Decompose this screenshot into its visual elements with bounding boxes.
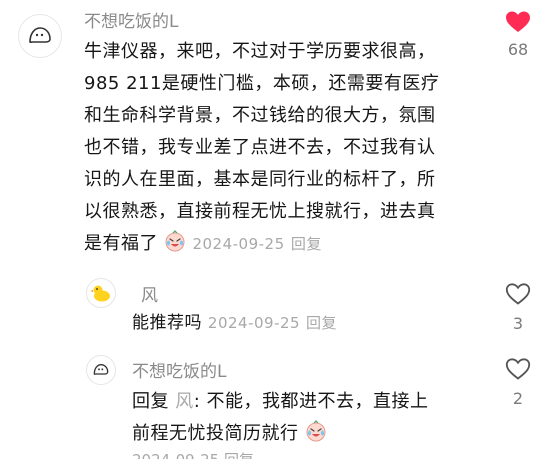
reply-line-text: 前程无忧投简历就行 (132, 423, 299, 444)
reply-prefix: 回复 (132, 391, 169, 412)
comment-text: 牛津仪器，来吧，不过对于学历要求很高， 985 211是硬性门槛，本硕，还需要有… (84, 36, 504, 263)
mention-link[interactable]: 风 (175, 391, 194, 412)
comment-line: 牛津仪器，来吧，不过对于学历要求很高， (84, 41, 436, 62)
ghost-avatar-icon (29, 27, 51, 44)
crying-laughing-emoji-icon (164, 230, 186, 263)
comment-line: 识的人在里面，基本是同行业的标杆了，所 (84, 169, 436, 190)
reply-line: 前程无忧投简历就行 (132, 418, 429, 453)
comment-line: 是有福了 (84, 233, 158, 254)
comment-username[interactable]: 不想吃饭的L (84, 7, 178, 32)
user-avatar[interactable] (18, 14, 62, 58)
crying-laughing-emoji-icon (305, 420, 327, 453)
comment-last-line: 是有福了 2024-09-25 回复 (84, 228, 504, 263)
comment-line: 以很熟悉，直接前程无忧上搜就行，进去真 (84, 201, 436, 222)
reply-line-text: : 不能，我都进不去，直接上 (193, 391, 429, 412)
user-avatar[interactable] (86, 278, 116, 308)
comment-date: 2024-09-25 (192, 235, 285, 253)
reply-line: 回复 风: 不能，我都进不去，直接上 (132, 386, 429, 418)
reply-button[interactable]: 回复 (306, 314, 337, 332)
comment-line: 985 211是硬性门槛，本硕，还需要有医疗 (84, 73, 440, 94)
reply-username[interactable]: 不想吃饭的L (132, 357, 226, 382)
like-button[interactable]: 2 (502, 357, 534, 408)
reply-date-partial: 2024-09-25 回复 (132, 449, 254, 459)
like-count: 68 (507, 40, 529, 59)
heart-outline-icon (505, 283, 531, 305)
like-button[interactable]: 68 (502, 10, 534, 59)
reply-text-row: 能推荐吗 2024-09-25 回复 (132, 311, 337, 335)
reply-date: 2024-09-25 (207, 314, 301, 332)
like-button[interactable]: 3 (502, 282, 534, 333)
heart-outline-icon (505, 358, 531, 380)
ghost-avatar-icon (93, 364, 109, 375)
comment-line: 也不错，我专业差了点进不去，不过我有认 (84, 137, 436, 158)
comment-line: 和生命科学背景，不过钱给的很大方，氛围 (84, 105, 436, 126)
like-count: 3 (512, 314, 524, 333)
reply-text: 回复 风: 不能，我都进不去，直接上 前程无忧投简历就行 (132, 386, 429, 453)
like-count: 2 (512, 389, 524, 408)
user-avatar[interactable] (86, 355, 116, 385)
duck-avatar-icon (90, 285, 110, 302)
reply-username[interactable]: 风 (141, 281, 158, 306)
reply-text: 能推荐吗 (132, 313, 202, 333)
reply-button[interactable]: 回复 (291, 235, 322, 253)
heart-filled-icon (506, 11, 530, 32)
